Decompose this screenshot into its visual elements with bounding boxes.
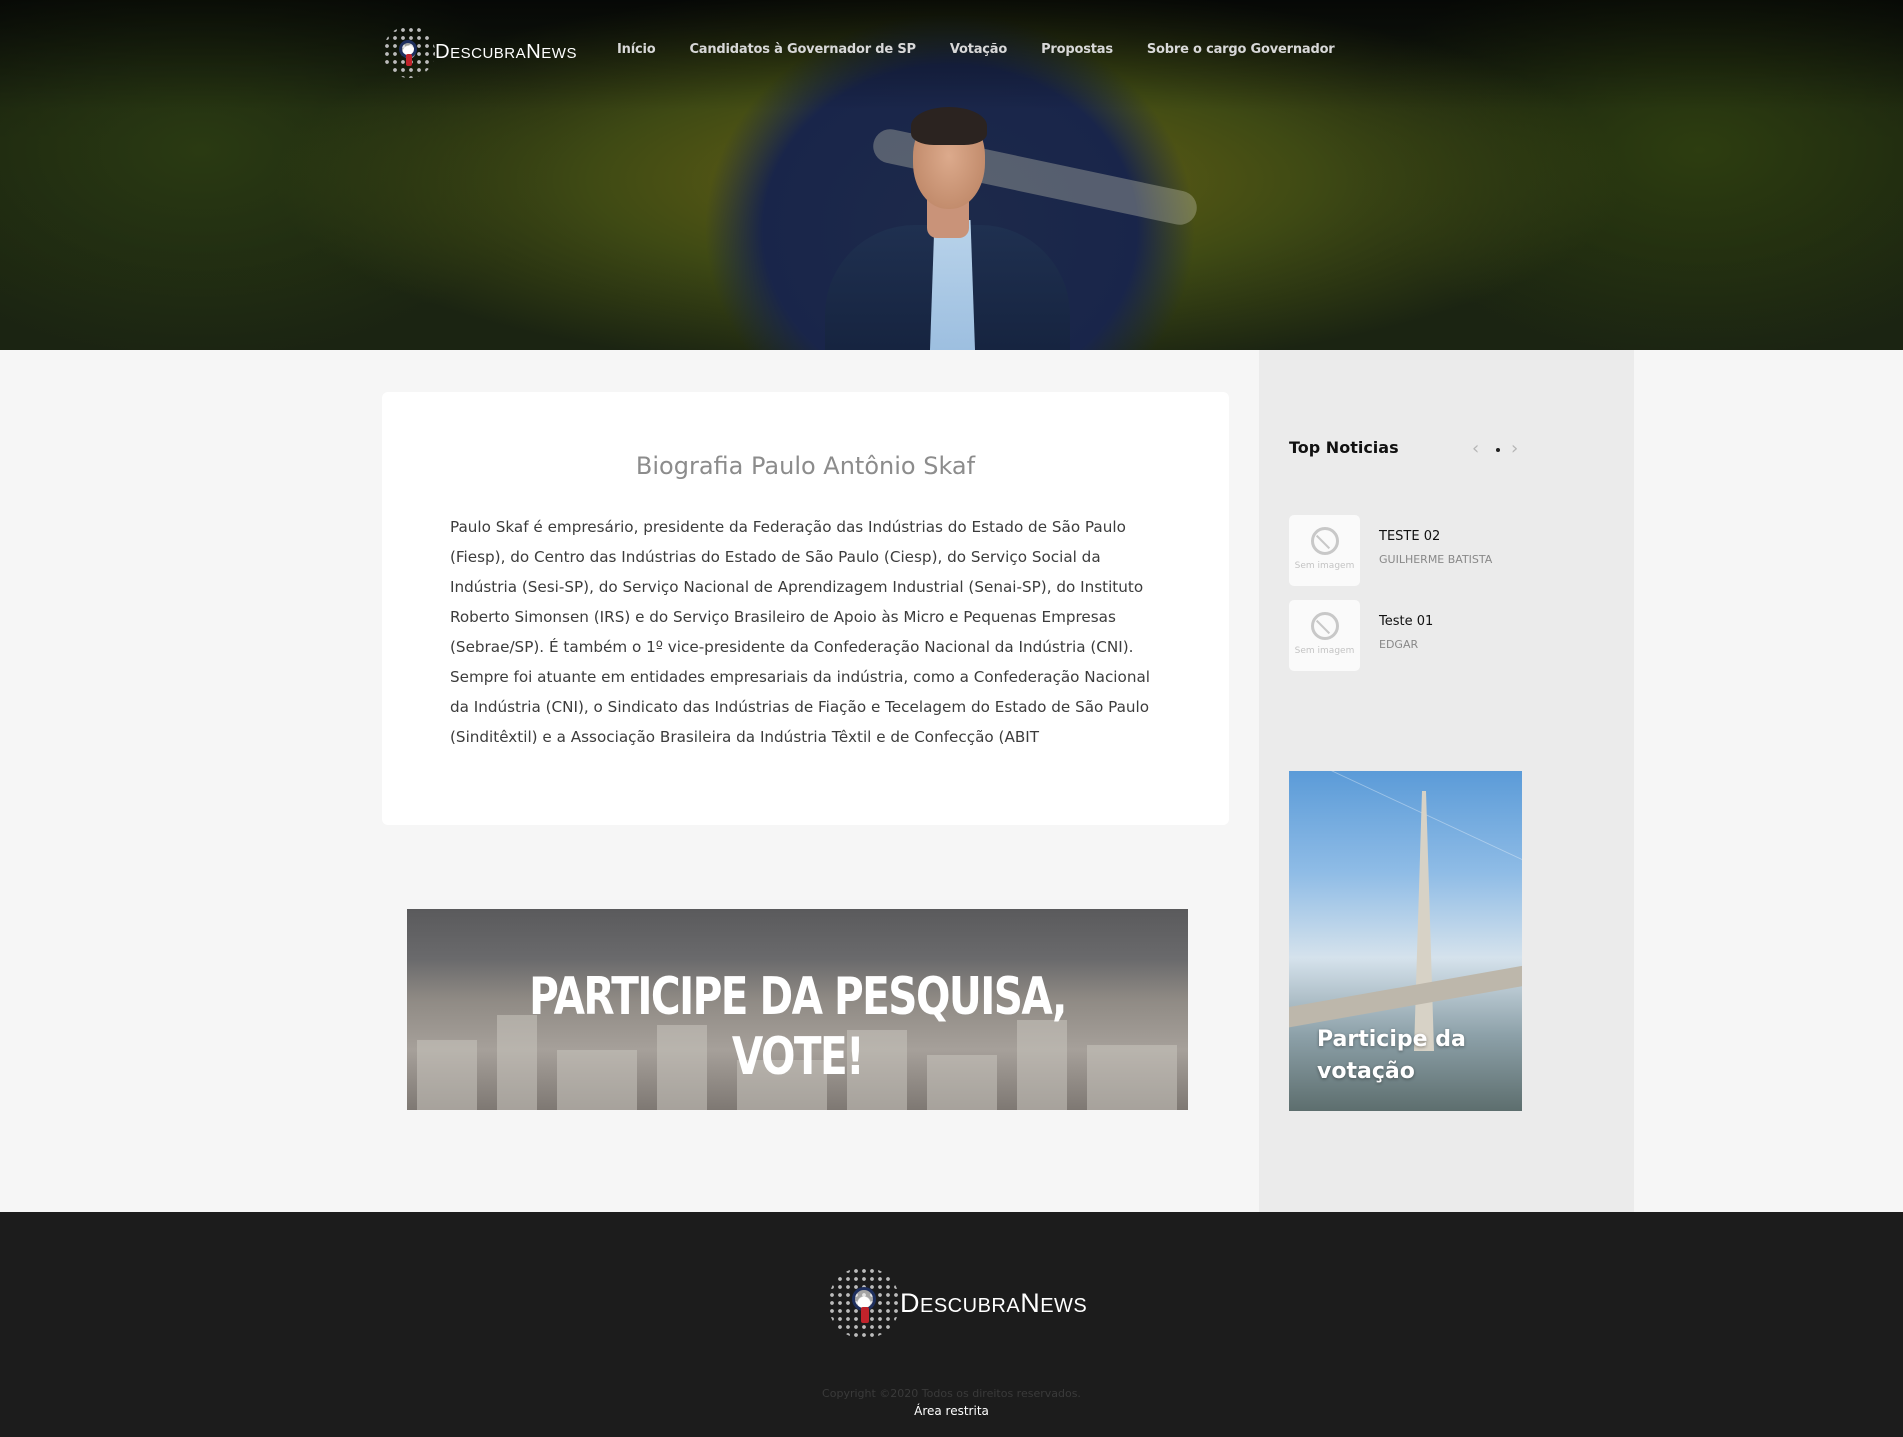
nav-inicio[interactable]: Início: [617, 42, 656, 57]
sidebar: Top Noticias ‹ › Sem imagem TESTE 02 GUI…: [1259, 350, 1634, 1212]
news-item[interactable]: Sem imagem TESTE 02 GUILHERME BATISTA: [1289, 515, 1492, 586]
portrait-hair: [911, 107, 987, 145]
news-title[interactable]: TESTE 02: [1379, 529, 1492, 544]
restricted-area-link[interactable]: Área restrita: [0, 1404, 1903, 1418]
logo-icon: [383, 26, 435, 78]
vote-promo-card[interactable]: Participe da votação: [1289, 771, 1522, 1111]
no-image-icon: [1311, 612, 1339, 640]
no-image-caption: Sem imagem: [1294, 561, 1355, 571]
nav-candidatos[interactable]: Candidatos à Governador de SP: [689, 42, 916, 57]
news-author: EDGAR: [1379, 638, 1419, 651]
biography-card: Biografia Paulo Antônio Skaf Paulo Skaf …: [382, 392, 1229, 825]
news-item[interactable]: Sem imagem Teste 01 EDGAR: [1289, 600, 1433, 671]
nav-votacao[interactable]: Votação: [950, 42, 1007, 57]
top-news-title: Top Noticias: [1289, 438, 1399, 457]
skyline-building: [417, 1040, 477, 1110]
no-image-icon: [1311, 527, 1339, 555]
tie-icon: [406, 54, 412, 66]
nav-propostas[interactable]: Propostas: [1041, 42, 1113, 57]
footer-logo[interactable]: DESCUBRANEWS: [828, 1267, 1087, 1339]
chevron-right-icon[interactable]: ›: [1511, 438, 1518, 459]
news-thumbnail: Sem imagem: [1289, 515, 1360, 586]
logo-icon: [828, 1267, 900, 1339]
candidate-portrait: [825, 105, 1070, 350]
logo-text: DESCUBRANEWS: [900, 1287, 1088, 1318]
portrait-shirt: [930, 220, 975, 350]
logo-text: DESCUBRANEWS: [435, 40, 577, 63]
news-thumbnail: Sem imagem: [1289, 600, 1360, 671]
news-title[interactable]: Teste 01: [1379, 614, 1433, 629]
tie-icon: [861, 1307, 869, 1323]
nav-sobre-cargo[interactable]: Sobre o cargo Governador: [1147, 42, 1335, 57]
vote-promo-text: Participe da votação: [1317, 1027, 1466, 1084]
news-author: GUILHERME BATISTA: [1379, 553, 1493, 566]
carousel-dot[interactable]: [1496, 448, 1500, 452]
footer: DESCUBRANEWS Copyright ©2020 Todos os di…: [0, 1212, 1903, 1437]
biography-title: Biografia Paulo Antônio Skaf: [635, 452, 976, 480]
copyright-text: Copyright ©2020 Todos os direitos reserv…: [822, 1387, 1081, 1400]
vote-banner[interactable]: PARTICIPE DA PESQUISA, VOTE!: [407, 909, 1188, 1110]
chevron-left-icon[interactable]: ‹: [1472, 438, 1479, 459]
vote-banner-text: PARTICIPE DA PESQUISA, VOTE!: [529, 967, 1067, 1087]
biography-text: Paulo Skaf é empresário, presidente da F…: [450, 518, 1150, 746]
main-nav: Início Candidatos à Governador de SP Vot…: [617, 42, 1335, 57]
no-image-caption: Sem imagem: [1294, 646, 1355, 656]
header-logo[interactable]: DESCUBRANEWS: [383, 26, 577, 78]
